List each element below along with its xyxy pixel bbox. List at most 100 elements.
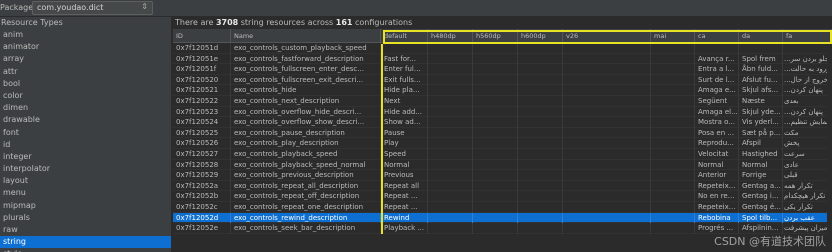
table-row[interactable]: 0x7f120521 exo_controls_hide Hide pla... Am… (173, 85, 832, 96)
cell-ca[interactable]: Mostra o... (695, 117, 739, 128)
cell-h480dp[interactable] (428, 191, 473, 202)
cell-default[interactable] (381, 43, 428, 54)
cell-id[interactable]: 0x7f120524 (173, 117, 231, 128)
cell-h600dp[interactable] (518, 106, 563, 118)
resource-type-array[interactable]: array (0, 53, 171, 65)
resource-type-animator[interactable]: animator (0, 41, 171, 53)
cell-v26[interactable] (563, 180, 651, 192)
cell-da[interactable]: Gentag i... (739, 191, 783, 202)
cell-name[interactable]: exo_controls_playback_speed_normal (231, 159, 381, 171)
cell-fa[interactable]: عقب بردن (783, 212, 832, 224)
cell-h560dp[interactable] (473, 117, 518, 128)
cell-h560dp[interactable] (473, 212, 518, 224)
cell-id[interactable]: 0x7f12052a (173, 180, 231, 192)
cell-h600dp[interactable] (518, 64, 563, 75)
cell-h560dp[interactable] (473, 127, 518, 139)
column-header-ca[interactable]: ca (695, 29, 739, 43)
cell-h600dp[interactable] (518, 170, 563, 181)
cell-v26[interactable] (563, 64, 651, 75)
cell-fa[interactable]: مکث (783, 127, 832, 139)
cell-mai[interactable] (651, 138, 695, 149)
cell-name[interactable]: exo_controls_overflow_show_descri... (231, 117, 381, 128)
cell-name[interactable]: exo_controls_fullscreen_enter_desc... (231, 64, 381, 75)
cell-h480dp[interactable] (428, 148, 473, 160)
table-row[interactable]: 0x7f12051f exo_controls_fullscreen_enter_… (173, 64, 832, 75)
column-header-h560dp[interactable]: h560dp (473, 29, 518, 43)
cell-name[interactable]: exo_controls_repeat_off_description (231, 191, 381, 202)
cell-h480dp[interactable] (428, 95, 473, 107)
cell-v26[interactable] (563, 43, 651, 54)
cell-fa[interactable]: پنهان کردن... (783, 85, 832, 96)
cell-da[interactable]: Spol frem (739, 53, 783, 65)
cell-fa[interactable]: تکرار یکی (783, 201, 832, 213)
cell-ca[interactable]: No en re... (695, 191, 739, 202)
table-row[interactable]: 0x7f120520 exo_controls_fullscreen_exit_d… (173, 74, 832, 86)
column-header-h480dp[interactable]: h480dp (428, 29, 473, 43)
cell-fa[interactable]: سرعت (783, 148, 832, 160)
cell-v26[interactable] (563, 201, 651, 213)
cell-mai[interactable] (651, 85, 695, 96)
cell-da[interactable]: Hastighed (739, 148, 783, 160)
cell-mai[interactable] (651, 148, 695, 160)
cell-id[interactable]: 0x7f12052c (173, 201, 231, 213)
cell-mai[interactable] (651, 191, 695, 202)
resource-type-bool[interactable]: bool (0, 78, 171, 90)
cell-default[interactable]: Rewind (381, 212, 428, 224)
resource-type-integer[interactable]: integer (0, 151, 171, 163)
table-row[interactable]: 0x7f120525 exo_controls_pause_description… (173, 127, 832, 139)
cell-name[interactable]: exo_controls_previous_description (231, 170, 381, 181)
cell-v26[interactable] (563, 53, 651, 65)
cell-fa[interactable]: تکرار همه (783, 180, 832, 192)
cell-mai[interactable] (651, 64, 695, 75)
cell-da[interactable]: Afspil (739, 138, 783, 149)
table-row[interactable]: 0x7f120524 exo_controls_overflow_show_des… (173, 117, 832, 128)
resource-type-plurals[interactable]: plurals (0, 212, 171, 224)
resource-type-id[interactable]: id (0, 139, 171, 151)
cell-h600dp[interactable] (518, 223, 563, 234)
cell-id[interactable]: 0x7f120522 (173, 95, 231, 107)
cell-ca[interactable]: Surt de l... (695, 74, 739, 86)
cell-default[interactable]: Hide add... (381, 106, 428, 118)
table-row[interactable]: 0x7f120528 exo_controls_playback_speed_no… (173, 159, 832, 171)
cell-h560dp[interactable] (473, 53, 518, 65)
cell-name[interactable]: exo_controls_playback_speed (231, 148, 381, 160)
table-row[interactable]: 0x7f120529 exo_controls_previous_descript… (173, 170, 832, 181)
cell-id[interactable]: 0x7f12051f (173, 64, 231, 75)
cell-default[interactable]: Exit fulls... (381, 74, 428, 86)
cell-ca[interactable]: Velocitat (695, 148, 739, 160)
table-row[interactable]: 0x7f12052d exo_controls_rewind_descriptio… (173, 212, 832, 224)
cell-ca[interactable]: Normal (695, 159, 739, 171)
table-row[interactable]: 0x7f12052b exo_controls_repeat_off_descri… (173, 191, 832, 202)
cell-id[interactable]: 0x7f120521 (173, 85, 231, 96)
cell-id[interactable]: 0x7f12052b (173, 191, 231, 202)
cell-h560dp[interactable] (473, 180, 518, 192)
cell-default[interactable]: Pause (381, 127, 428, 139)
cell-default[interactable]: Repeat all (381, 180, 428, 192)
resource-type-color[interactable]: color (0, 90, 171, 102)
table-row[interactable]: 0x7f120523 exo_controls_overflow_hide_des… (173, 106, 832, 118)
cell-mai[interactable] (651, 117, 695, 128)
cell-v26[interactable] (563, 191, 651, 202)
cell-mai[interactable] (651, 74, 695, 86)
cell-default[interactable]: Enter ful... (381, 64, 428, 75)
resource-type-layout[interactable]: layout (0, 175, 171, 187)
cell-h600dp[interactable] (518, 191, 563, 202)
cell-h560dp[interactable] (473, 43, 518, 54)
cell-h480dp[interactable] (428, 170, 473, 181)
cell-ca[interactable]: Repeteix... (695, 180, 739, 192)
cell-v26[interactable] (563, 95, 651, 107)
cell-fa[interactable]: پخش (783, 138, 832, 149)
cell-h480dp[interactable] (428, 64, 473, 75)
cell-h480dp[interactable] (428, 106, 473, 118)
cell-v26[interactable] (563, 223, 651, 234)
cell-h560dp[interactable] (473, 148, 518, 160)
cell-default[interactable]: Repeat ... (381, 201, 428, 213)
cell-v26[interactable] (563, 117, 651, 128)
cell-fa[interactable]: عادی (783, 159, 832, 171)
cell-fa[interactable] (783, 43, 832, 54)
cell-fa[interactable]: بعدی (783, 95, 832, 107)
cell-h600dp[interactable] (518, 159, 563, 171)
cell-default[interactable]: Playback ... (381, 223, 428, 234)
cell-name[interactable]: exo_controls_play_description (231, 138, 381, 149)
cell-default[interactable]: Hide pla... (381, 85, 428, 96)
